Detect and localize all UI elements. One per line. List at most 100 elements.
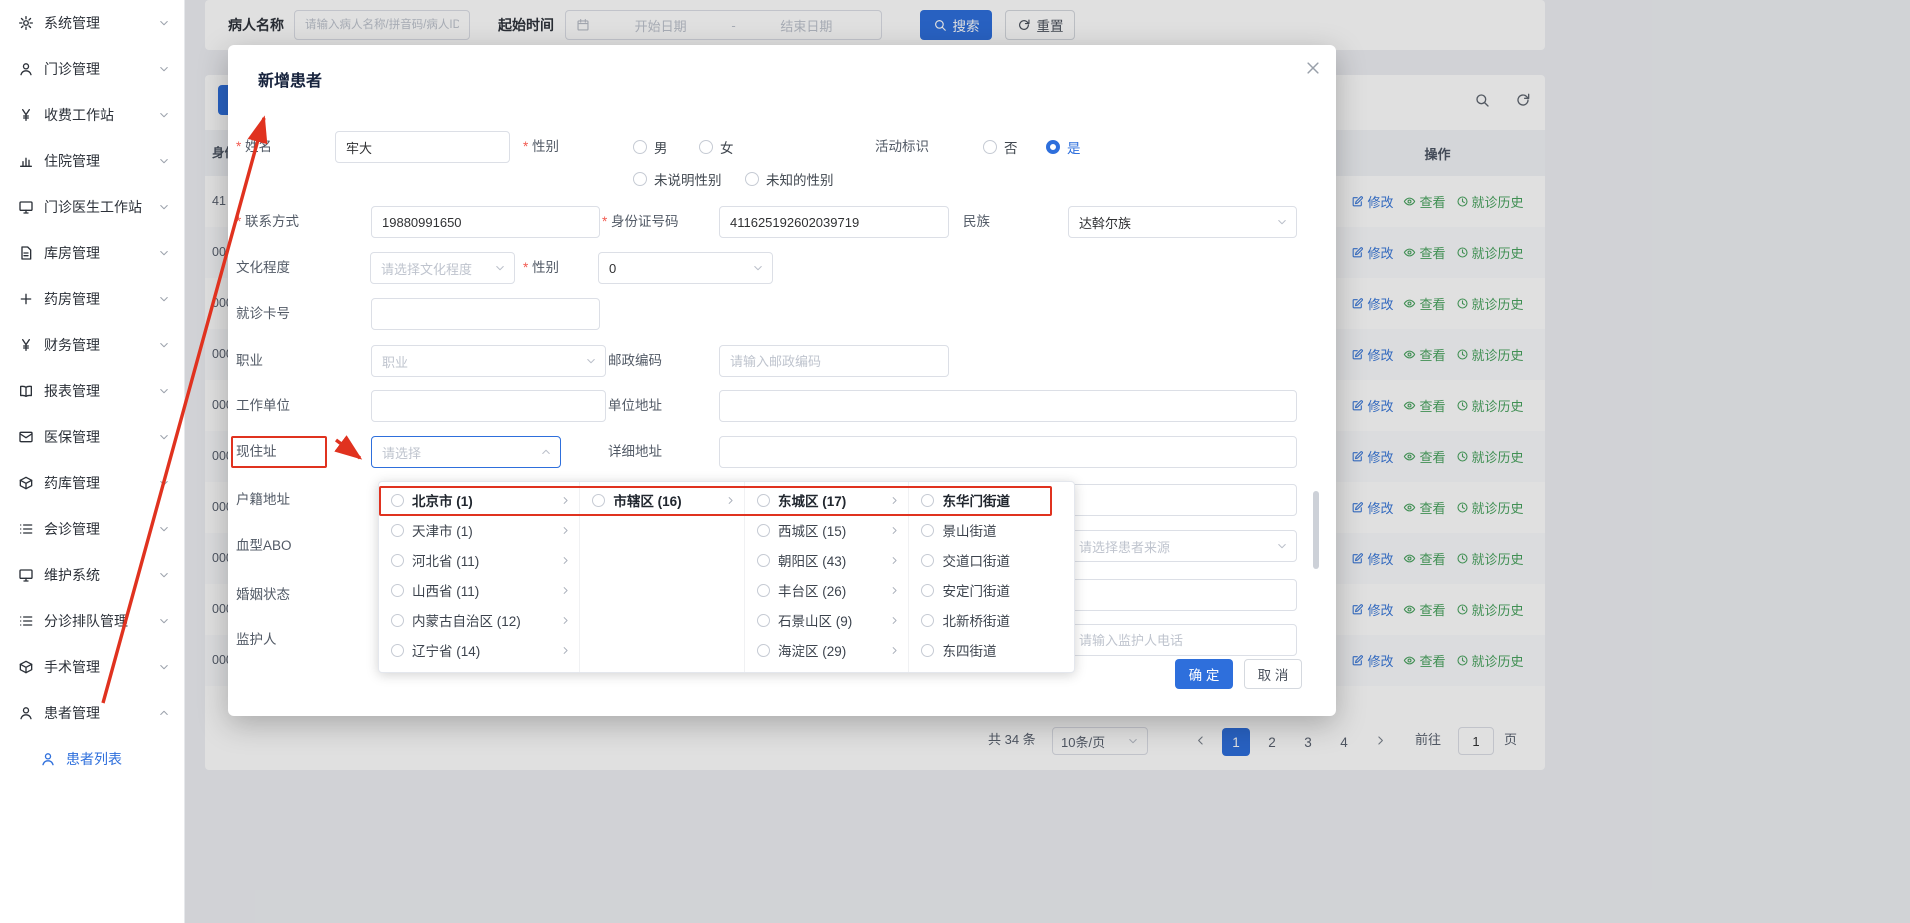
cascader-option[interactable]: 西城区 (15) [745,515,909,545]
view-link[interactable]: 查看 [1403,447,1445,466]
cascader-option[interactable]: 辽宁省 (14) [379,635,579,665]
sidebar-item[interactable]: 手术管理 [0,644,184,690]
cascader-option[interactable]: 天津市 (1) [379,515,579,545]
view-link[interactable]: 查看 [1403,549,1445,568]
edit-link[interactable]: 修改 [1351,447,1393,466]
cascader-option[interactable]: 北京市 (1) [379,485,579,515]
ethnicity-select[interactable]: 达斡尔族 [1068,206,1297,238]
sidebar-item[interactable]: 分诊排队管理 [0,598,184,644]
page-button-4[interactable]: 4 [1330,728,1358,756]
view-link[interactable]: 查看 [1403,294,1445,313]
occupation-select[interactable]: 职业 [371,345,606,377]
view-link[interactable]: 查看 [1403,498,1445,517]
cascader-option[interactable]: 海淀区 (29) [745,635,909,665]
edit-link[interactable]: 修改 [1351,345,1393,364]
history-link[interactable]: 就诊历史 [1456,600,1524,619]
id-number-input[interactable] [719,206,949,238]
edit-link[interactable]: 修改 [1351,192,1393,211]
cascader-option[interactable]: 东城区 (17) [745,485,909,515]
radio-gender-unknown[interactable]: 未知的性别 [745,169,834,189]
sidebar-item[interactable]: 收费工作站 [0,92,184,138]
history-link[interactable]: 就诊历史 [1456,651,1524,670]
cascader-option[interactable]: 河北省 (11) [379,545,579,575]
history-link[interactable]: 就诊历史 [1456,498,1524,517]
page-size-select[interactable]: 10条/页 [1052,727,1148,755]
date-range-picker[interactable]: 开始日期 - 结束日期 [565,10,882,40]
sidebar-item[interactable]: 系统管理 [0,0,184,46]
sidebar-subitem-patient-list[interactable]: 患者列表 [0,736,184,782]
history-link[interactable]: 就诊历史 [1456,192,1524,211]
table-refresh-button[interactable] [1509,86,1537,114]
radio-active-no[interactable]: 否 [983,137,1018,157]
cascader-option[interactable]: 北新桥街道 [909,605,1074,635]
history-link[interactable]: 就诊历史 [1456,447,1524,466]
edit-link[interactable]: 修改 [1351,549,1393,568]
cascader-option[interactable]: 东华门街道 [909,485,1074,515]
postal-code-input[interactable] [719,345,949,377]
sidebar-item[interactable]: 住院管理 [0,138,184,184]
patient-name-input[interactable] [294,10,470,40]
guardian-phone-input[interactable] [1068,624,1297,656]
sidebar-item[interactable]: 药库管理 [0,460,184,506]
edit-link[interactable]: 修改 [1351,498,1393,517]
sidebar-item[interactable]: 报表管理 [0,368,184,414]
view-link[interactable]: 查看 [1403,243,1445,262]
gender-code-select[interactable]: 0 [598,252,773,284]
radio-active-yes[interactable]: 是 [1046,137,1081,157]
contact-input[interactable] [371,206,600,238]
history-link[interactable]: 就诊历史 [1456,294,1524,313]
current-address-select[interactable]: 请选择 [371,436,561,468]
sidebar-item[interactable]: 维护系统 [0,552,184,598]
work-unit-input[interactable] [371,390,606,422]
goto-page-input[interactable] [1458,727,1494,755]
sidebar-item[interactable]: 库房管理 [0,230,184,276]
sidebar-item[interactable]: 财务管理 [0,322,184,368]
sidebar-item[interactable]: 门诊医生工作站 [0,184,184,230]
prev-page-button[interactable] [1188,728,1212,752]
detail-address-input[interactable] [719,436,1297,468]
history-link[interactable]: 就诊历史 [1456,345,1524,364]
sidebar-item[interactable]: 患者管理 [0,690,184,736]
edit-link[interactable]: 修改 [1351,600,1393,619]
radio-gender-unstated[interactable]: 未说明性别 [633,169,722,189]
view-link[interactable]: 查看 [1403,651,1445,670]
close-icon[interactable] [1304,59,1322,77]
visit-card-input[interactable] [371,298,600,330]
cascader-option[interactable]: 内蒙古自治区 (12) [379,605,579,635]
search-button[interactable]: 搜索 [920,10,992,40]
edit-link[interactable]: 修改 [1351,651,1393,670]
cascader-option[interactable]: 安定门街道 [909,575,1074,605]
reset-button[interactable]: 重置 [1005,10,1075,40]
page-button-3[interactable]: 3 [1294,728,1322,756]
table-search-button[interactable] [1468,86,1496,114]
edit-link[interactable]: 修改 [1351,294,1393,313]
cascader-option[interactable]: 朝阳区 (43) [745,545,909,575]
education-select[interactable]: 请选择文化程度 [370,252,515,284]
cascader-option[interactable]: 市辖区 (16) [580,485,744,515]
view-link[interactable]: 查看 [1403,600,1445,619]
cascader-option[interactable]: 山西省 (11) [379,575,579,605]
view-link[interactable]: 查看 [1403,345,1445,364]
edit-link[interactable]: 修改 [1351,243,1393,262]
cascader-option[interactable]: 交道口街道 [909,545,1074,575]
unit-address-input[interactable] [719,390,1297,422]
radio-gender-female[interactable]: 女 [699,137,734,157]
cancel-button[interactable]: 取 消 [1244,659,1302,689]
sidebar-item[interactable]: 医保管理 [0,414,184,460]
sidebar-item[interactable]: 会诊管理 [0,506,184,552]
history-link[interactable]: 就诊历史 [1456,243,1524,262]
name-input[interactable] [335,131,510,163]
page-button-1[interactable]: 1 [1222,728,1250,756]
edit-link[interactable]: 修改 [1351,396,1393,415]
radio-gender-male[interactable]: 男 [633,137,668,157]
confirm-button[interactable]: 确 定 [1175,659,1233,689]
cascader-option[interactable]: 石景山区 (9) [745,605,909,635]
history-link[interactable]: 就诊历史 [1456,396,1524,415]
next-page-button[interactable] [1368,728,1392,752]
sidebar-item[interactable]: 门诊管理 [0,46,184,92]
cascader-option[interactable]: 景山街道 [909,515,1074,545]
view-link[interactable]: 查看 [1403,396,1445,415]
cascader-option[interactable]: 丰台区 (26) [745,575,909,605]
page-button-2[interactable]: 2 [1258,728,1286,756]
patient-source-select[interactable]: 请选择患者来源 [1068,530,1297,562]
